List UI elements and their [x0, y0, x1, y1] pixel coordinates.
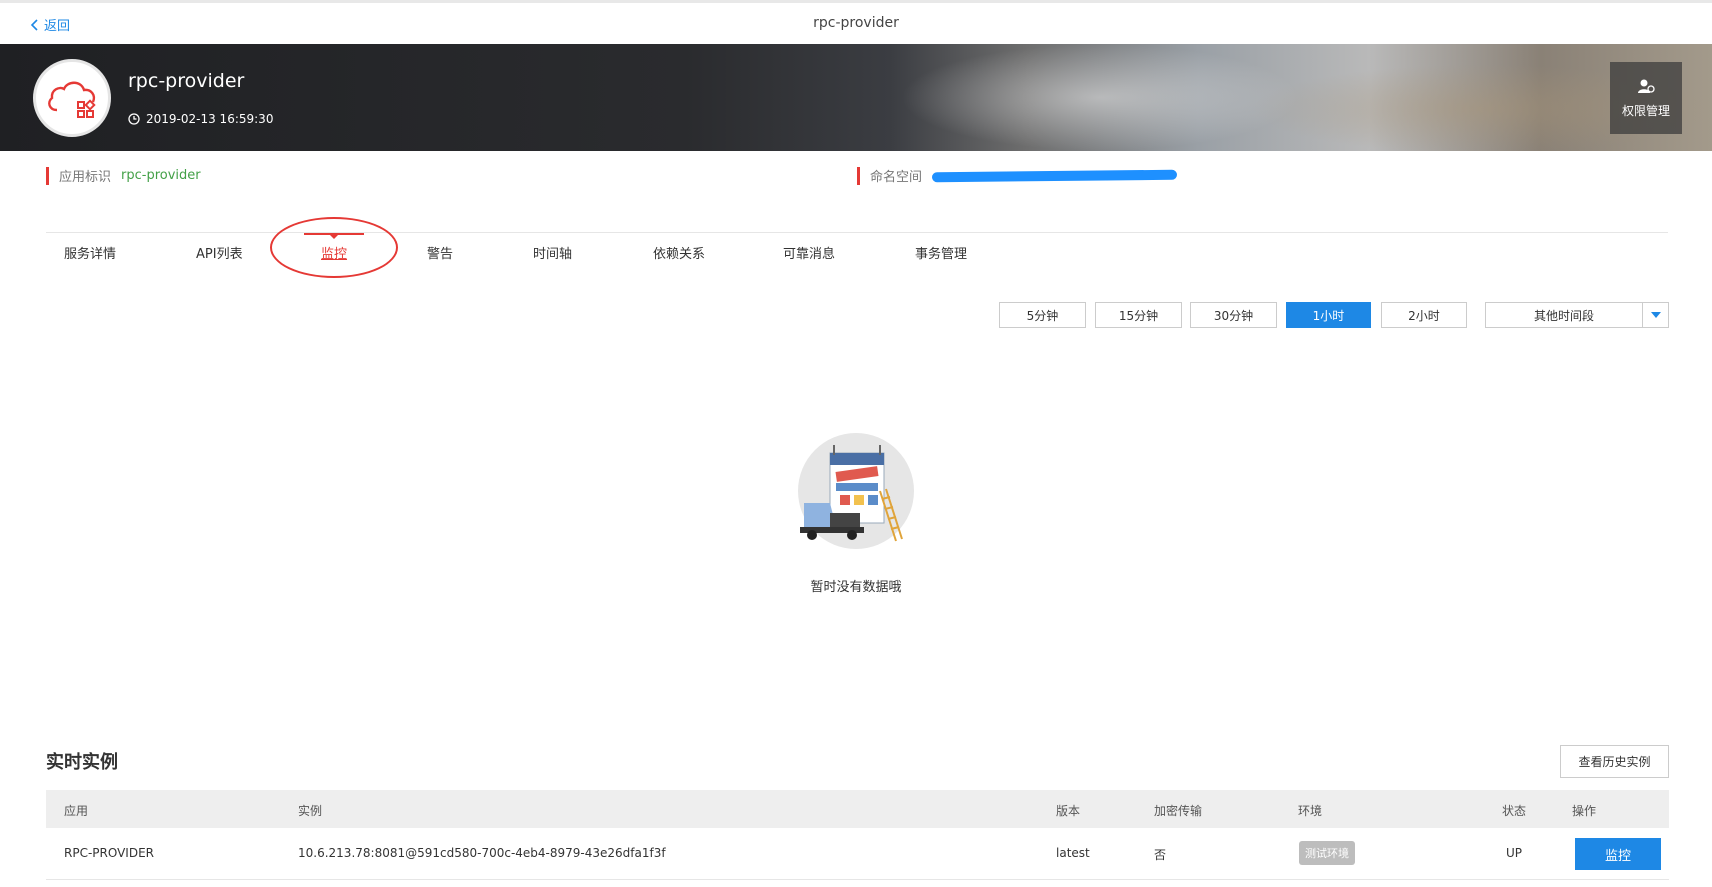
app-created-time: 2019-02-13 16:59:30 [128, 112, 273, 126]
user-settings-icon [1638, 79, 1655, 93]
annotation-circle [270, 217, 398, 278]
encrypted-cell: 否 [1154, 848, 1167, 862]
namespace-field: 命名空间 [857, 166, 1178, 185]
instance-cell: 10.6.213.78:8081@591cd580-700c-4eb4-8979… [298, 846, 666, 860]
other-period-select[interactable]: 其他时间段 [1485, 302, 1669, 328]
caret-down-icon[interactable] [1642, 303, 1668, 327]
app-name: rpc-provider [128, 70, 245, 92]
app-cell: RPC-PROVIDER [64, 846, 154, 860]
accent-bar [46, 166, 49, 185]
env-badge: 测试环境 [1299, 841, 1355, 865]
other-period-label: 其他时间段 [1533, 308, 1594, 323]
app-avatar [33, 59, 111, 137]
column-header: 应用 [64, 804, 89, 818]
tab-dependencies[interactable]: 依赖关系 [653, 243, 705, 262]
app-id-value: rpc-provider [121, 168, 201, 183]
app-id-label: 应用标识 [59, 170, 112, 185]
permission-button[interactable]: 权限管理 [1610, 62, 1682, 134]
range-5min-button[interactable]: 5分钟 [999, 302, 1086, 328]
table-row: RPC-PROVIDER 10.6.213.78:8081@591cd580-7… [46, 828, 1669, 880]
permission-label: 权限管理 [1621, 103, 1670, 118]
accent-bar [857, 166, 860, 185]
app-id-field: 应用标识 rpc-provider [46, 166, 201, 185]
tab-transaction-management[interactable]: 事务管理 [915, 243, 967, 262]
column-header: 版本 [1056, 804, 1081, 818]
page-title: rpc-provider [813, 15, 899, 31]
tab-timeline[interactable]: 时间轴 [533, 243, 572, 262]
range-2h-button[interactable]: 2小时 [1381, 302, 1467, 328]
status-cell: UP [1506, 846, 1523, 860]
tab-service-detail[interactable]: 服务详情 [64, 243, 116, 262]
namespace-value-redacted [931, 169, 1178, 182]
instances-table-header: 应用 实例 版本 加密传输 环境 状态 操作 [46, 790, 1669, 828]
range-15min-button[interactable]: 15分钟 [1095, 302, 1182, 328]
tab-api-list[interactable]: API列表 [196, 243, 243, 262]
column-header: 实例 [298, 804, 323, 818]
cloud-app-icon [48, 81, 96, 118]
created-time-text: 2019-02-13 16:59:30 [146, 112, 274, 126]
view-history-instances-button[interactable]: 查看历史实例 [1560, 745, 1669, 778]
column-header: 环境 [1298, 804, 1323, 818]
empty-data-illustration [798, 433, 914, 549]
column-header: 操作 [1572, 804, 1597, 818]
column-header: 状态 [1502, 804, 1527, 818]
tab-alerts[interactable]: 警告 [427, 243, 453, 262]
version-cell: latest [1056, 846, 1090, 860]
realtime-instances-title: 实时实例 [46, 752, 118, 773]
tab-reliable-messages[interactable]: 可靠消息 [783, 243, 835, 262]
top-bar: 返回 rpc-provider [0, 0, 1712, 44]
clock-icon [128, 113, 140, 125]
empty-state-text: 暂时没有数据哦 [810, 580, 902, 595]
range-1h-button[interactable]: 1小时 [1286, 302, 1371, 328]
namespace-label: 命名空间 [870, 170, 923, 185]
banner-decoration [900, 44, 1300, 151]
app-banner: rpc-provider 2019-02-13 16:59:30 权限管理 [0, 44, 1712, 151]
range-30min-button[interactable]: 30分钟 [1190, 302, 1277, 328]
column-header: 加密传输 [1154, 804, 1203, 818]
monitor-button[interactable]: 监控 [1575, 838, 1661, 870]
